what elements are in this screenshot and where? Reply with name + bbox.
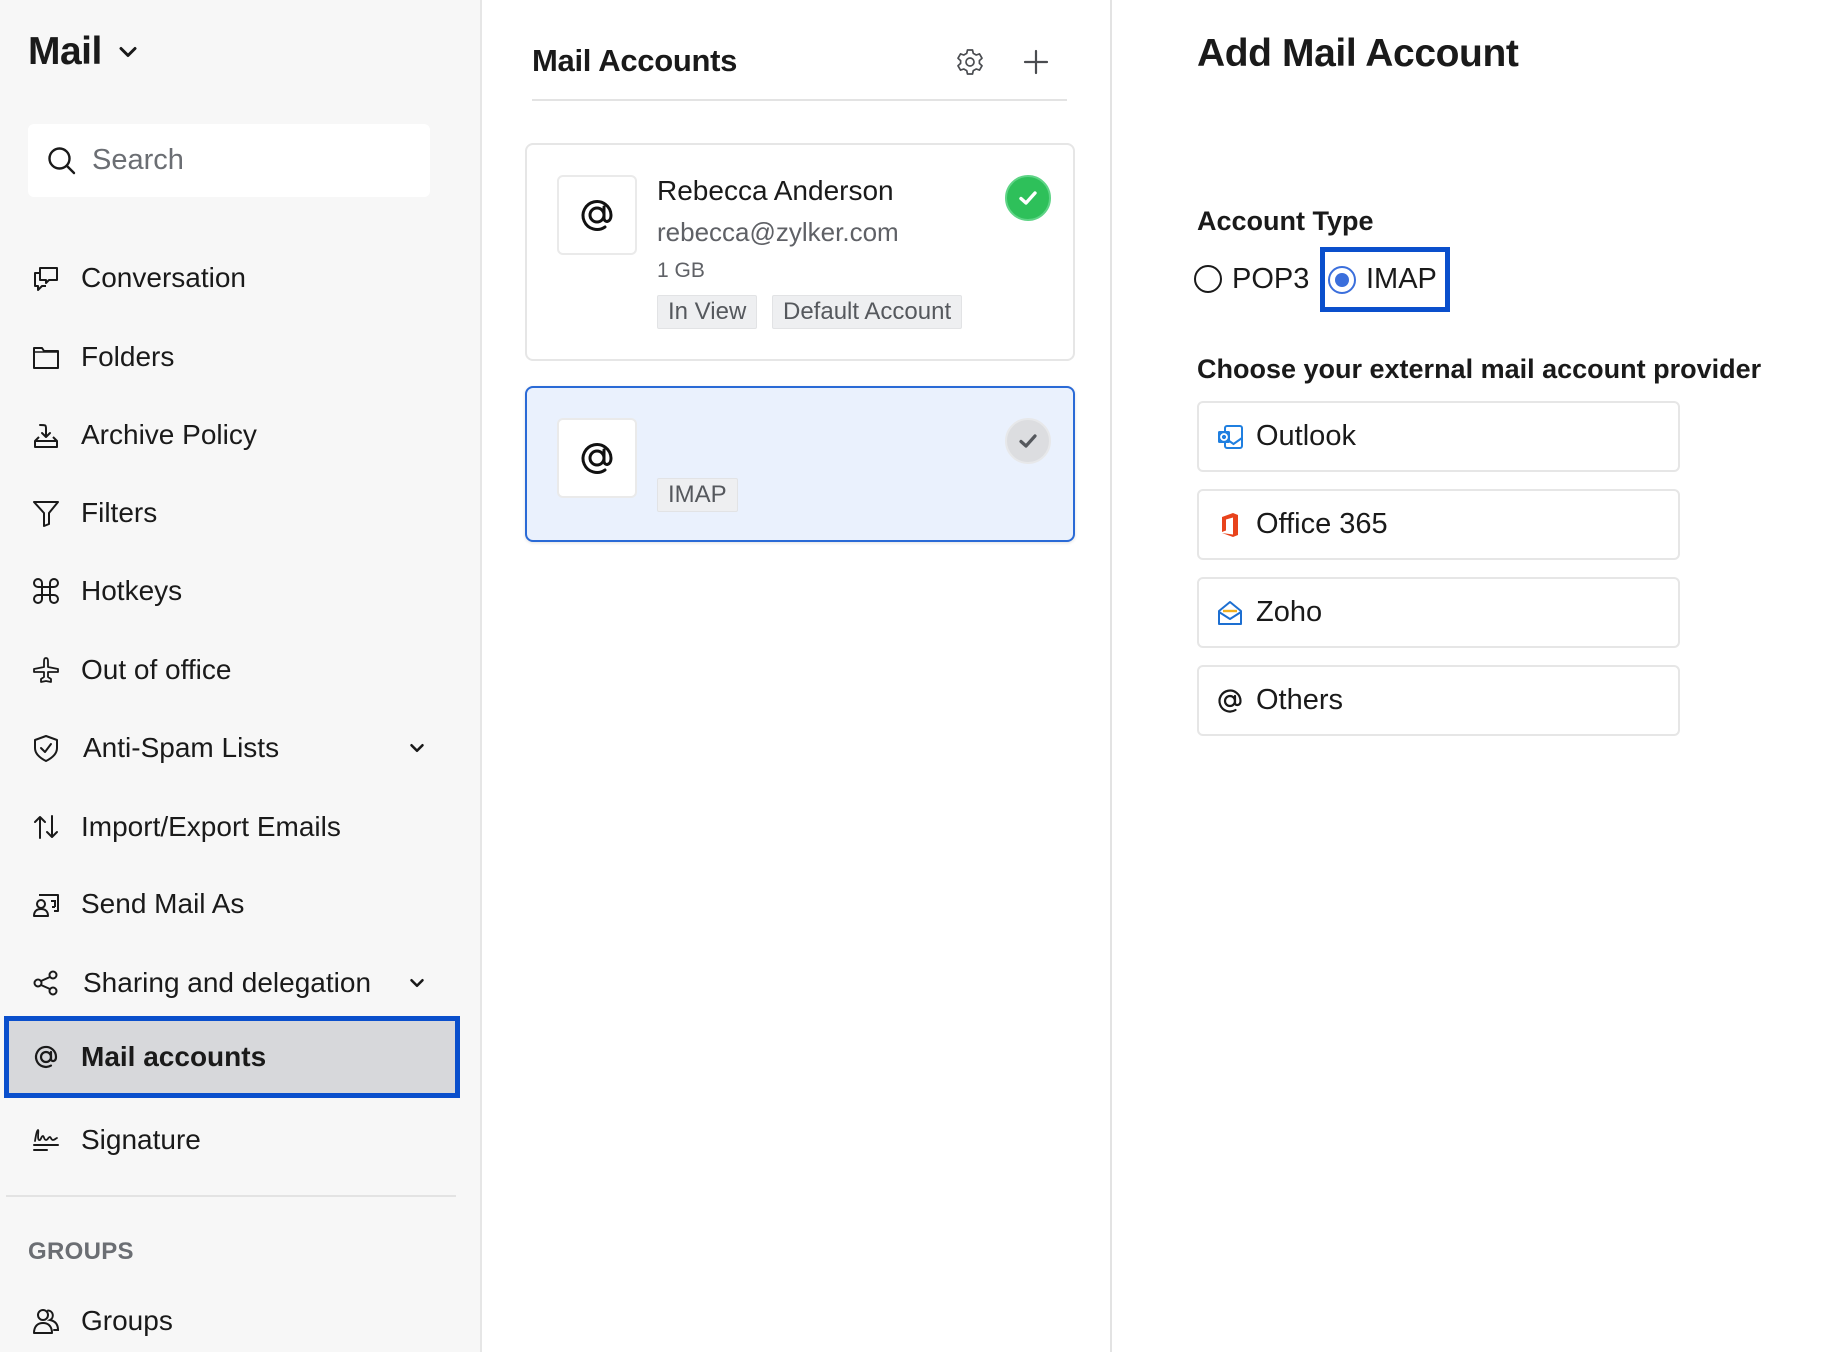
- sidebar-item-sharing-and-delegation[interactable]: Sharing and delegation: [4, 944, 460, 1022]
- provider-label: Office 365: [1256, 508, 1388, 540]
- sidebar-item-conversation[interactable]: Conversation: [4, 239, 460, 317]
- mail-accounts-panel: Mail Accounts Rebecca Anderson rebecca@z…: [482, 0, 1112, 1352]
- conversation-icon: [30, 262, 62, 294]
- import-export-arrows-icon: [30, 811, 62, 843]
- provider-label: Outlook: [1256, 420, 1356, 452]
- radio-button-unchecked[interactable]: [1194, 265, 1222, 293]
- sidebar-item-label: Groups: [81, 1305, 173, 1336]
- radio-button-checked[interactable]: [1328, 265, 1356, 294]
- sidebar-item-label: Signature: [81, 1124, 201, 1155]
- check-icon: [1019, 434, 1037, 448]
- search-input[interactable]: [92, 144, 412, 177]
- at-sign-icon: [581, 443, 613, 474]
- sidebar-item-folders[interactable]: Folders: [4, 318, 460, 396]
- radio-pop3[interactable]: POP3: [1194, 254, 1309, 304]
- folder-icon: [30, 341, 62, 373]
- radio-label: POP3: [1232, 262, 1310, 295]
- groups-section-heading: GROUPS: [28, 1238, 134, 1265]
- sidebar-item-label: Import/Export Emails: [81, 811, 341, 842]
- sidebar-item-archive-policy[interactable]: Archive Policy: [4, 396, 460, 474]
- sidebar-item-hotkeys[interactable]: Hotkeys: [4, 552, 460, 630]
- shield-check-icon: [30, 732, 62, 764]
- at-sign-icon: [581, 200, 613, 231]
- settings-button[interactable]: [952, 44, 988, 80]
- send-as-icon: [30, 888, 62, 920]
- settings-sidebar: Mail Conversation Folders Archive Policy…: [0, 0, 482, 1352]
- account-avatar: [557, 175, 637, 255]
- sidebar-item-label: Anti-Spam Lists: [83, 732, 280, 763]
- sidebar-item-label: Hotkeys: [81, 575, 183, 606]
- sidebar-item-label: Conversation: [81, 262, 246, 293]
- sidebar-item-label: Folders: [81, 341, 175, 372]
- provider-label: Zoho: [1256, 596, 1323, 628]
- verified-status-badge: [1005, 175, 1051, 221]
- sidebar-item-mail-accounts[interactable]: Mail accounts: [4, 1016, 460, 1098]
- search-box[interactable]: [28, 124, 430, 197]
- provider-outlook-button[interactable]: Outlook: [1197, 401, 1680, 472]
- plus-icon: [1023, 49, 1049, 75]
- sidebar-item-label: Send Mail As: [81, 888, 245, 919]
- command-key-icon: [30, 575, 62, 607]
- sidebar-item-out-of-office[interactable]: Out of office: [4, 631, 460, 709]
- sidebar-item-groups[interactable]: Groups: [4, 1282, 460, 1352]
- account-storage: 1 GB: [657, 259, 705, 282]
- sidebar-item-label: Filters: [81, 497, 158, 528]
- provider-label: Others: [1256, 684, 1344, 716]
- search-icon: [48, 146, 76, 174]
- at-sign-icon: [30, 1041, 62, 1073]
- archive-icon: [30, 419, 62, 451]
- check-icon: [1019, 191, 1037, 205]
- signature-icon: [30, 1124, 62, 1156]
- radio-imap[interactable]: IMAP: [1320, 247, 1450, 312]
- panel-divider: [532, 99, 1067, 101]
- sidebar-item-label: Archive Policy: [81, 419, 257, 450]
- sidebar-item-signature[interactable]: Signature: [4, 1101, 460, 1179]
- app-switcher[interactable]: Mail: [28, 30, 140, 74]
- sidebar-item-label: Out of office: [81, 654, 232, 685]
- provider-others-button[interactable]: Others: [1197, 665, 1680, 736]
- account-name: Rebecca Anderson: [657, 175, 894, 206]
- zoho-mail-icon: [1215, 598, 1245, 628]
- imap-tag: IMAP: [657, 478, 738, 512]
- app-title: Mail: [28, 30, 102, 73]
- account-card[interactable]: Rebecca Anderson rebecca@zylker.com 1 GB…: [525, 143, 1075, 361]
- gear-icon: [957, 49, 983, 75]
- provider-office365-button[interactable]: Office 365: [1197, 489, 1680, 560]
- add-mail-account-panel: Add Mail Account Account Type POP3 IMAP …: [1114, 0, 1830, 1352]
- provider-section-label: Choose your external mail account provid…: [1197, 354, 1762, 384]
- filter-icon: [30, 497, 62, 529]
- sidebar-item-import-export-emails[interactable]: Import/Export Emails: [4, 788, 460, 866]
- sidebar-item-anti-spam-lists[interactable]: Anti-Spam Lists: [4, 709, 460, 787]
- groups-icon: [30, 1305, 62, 1337]
- office365-icon: [1215, 510, 1245, 540]
- chevron-down-icon[interactable]: [406, 972, 428, 994]
- account-email: rebecca@zylker.com: [657, 217, 899, 247]
- sidebar-divider: [6, 1195, 456, 1197]
- sidebar-item-send-mail-as[interactable]: Send Mail As: [4, 865, 460, 943]
- airplane-icon: [30, 654, 62, 686]
- pending-status-badge: [1005, 418, 1051, 464]
- panel-title: Mail Accounts: [532, 43, 738, 78]
- chevron-down-icon: [119, 47, 137, 57]
- default-account-tag: Default Account: [772, 295, 963, 329]
- provider-zoho-button[interactable]: Zoho: [1197, 577, 1680, 648]
- radio-label: IMAP: [1366, 263, 1437, 295]
- sidebar-item-label: Sharing and delegation: [83, 967, 372, 998]
- account-type-label: Account Type: [1197, 206, 1374, 236]
- panel-title: Add Mail Account: [1197, 32, 1519, 75]
- at-sign-icon: [1215, 686, 1245, 716]
- sidebar-item-label: Mail accounts: [81, 1041, 267, 1072]
- share-icon: [30, 967, 62, 999]
- sidebar-item-filters[interactable]: Filters: [4, 474, 460, 552]
- account-avatar: [557, 418, 637, 498]
- account-card-selected[interactable]: IMAP: [525, 386, 1075, 542]
- outlook-icon: [1215, 422, 1245, 452]
- add-account-button[interactable]: [1018, 44, 1054, 80]
- in-view-tag: In View: [657, 295, 758, 329]
- chevron-down-icon[interactable]: [406, 737, 428, 759]
